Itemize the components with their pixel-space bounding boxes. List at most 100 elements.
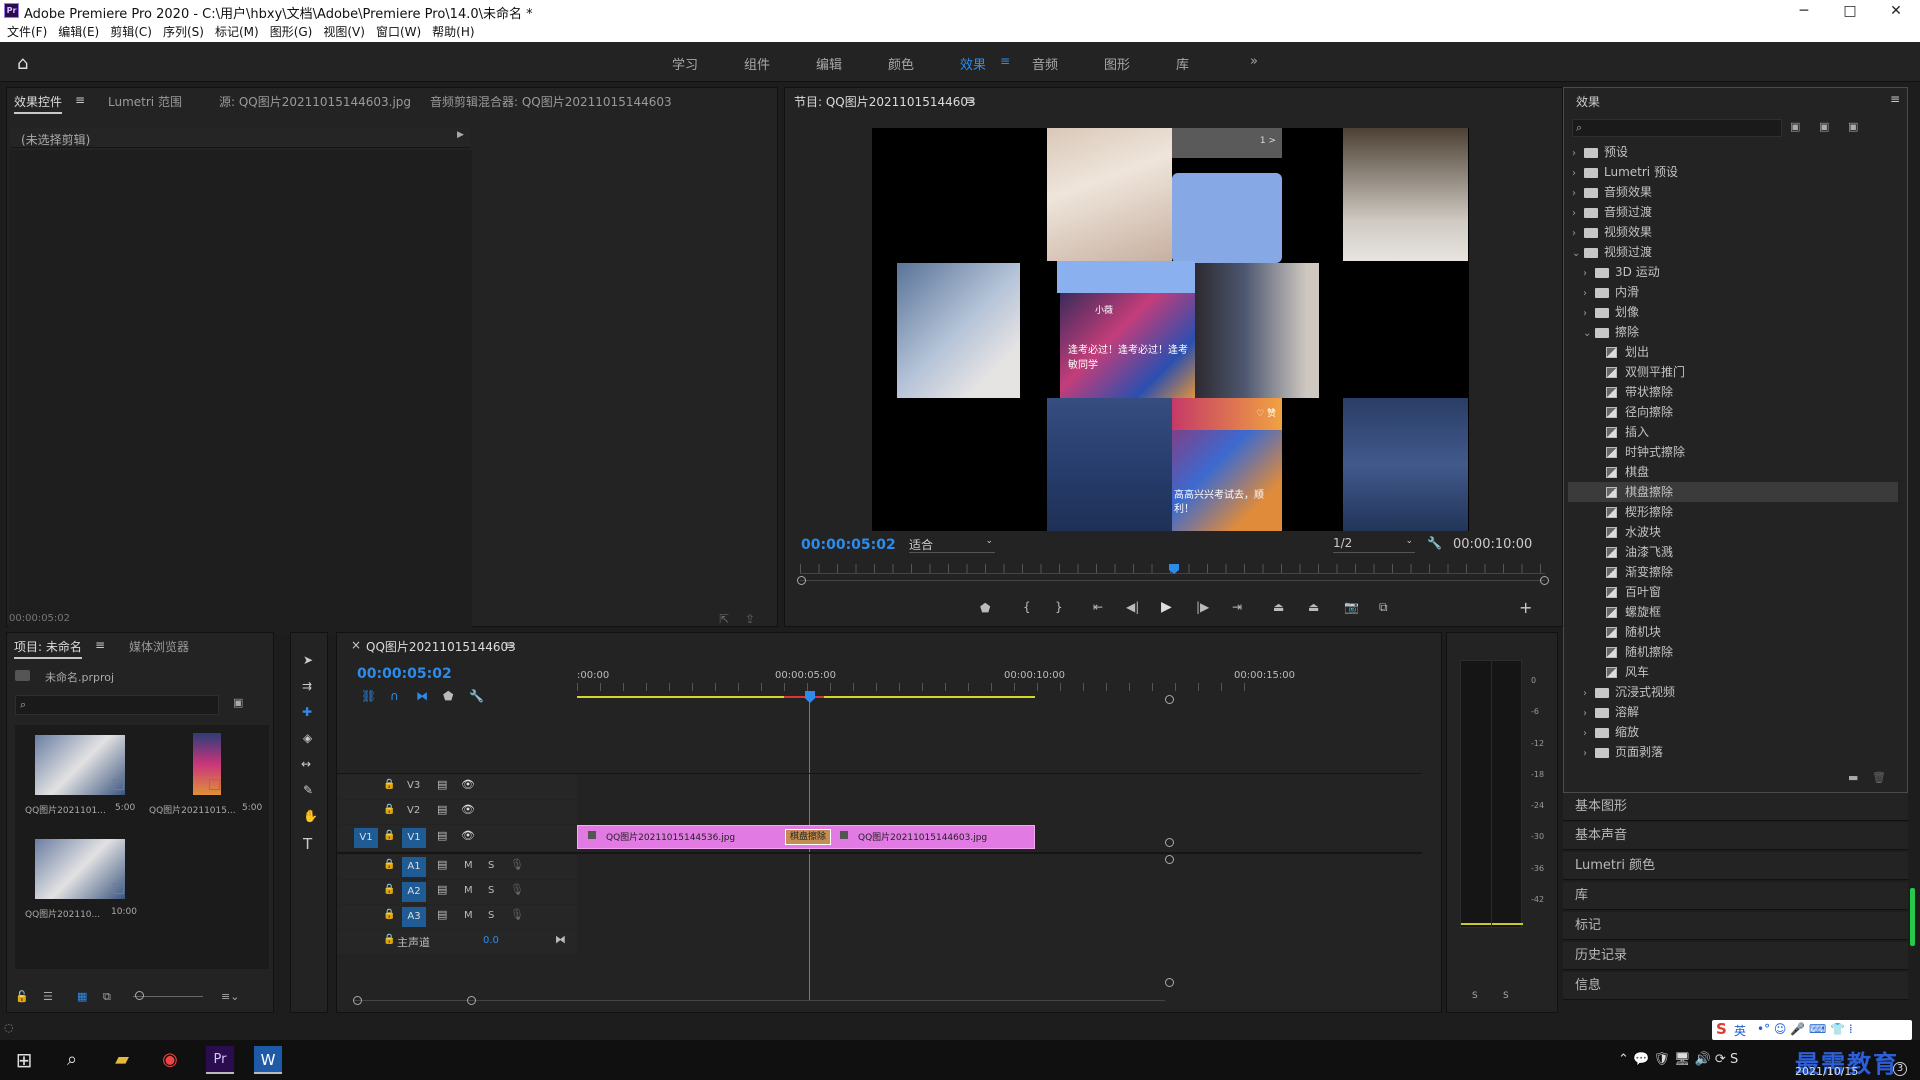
effects-item[interactable]: 带状擦除 <box>1568 382 1898 402</box>
effects-item[interactable]: 插入 <box>1568 422 1898 442</box>
sequence-menu-icon[interactable]: ≡ <box>504 638 514 652</box>
v-zoom-handle[interactable] <box>1165 695 1174 704</box>
list-view-icon[interactable]: ☰ <box>43 990 53 1003</box>
effects-item[interactable]: 径向擦除 <box>1568 402 1898 422</box>
lock-icon[interactable]: 🔓 <box>15 990 29 1003</box>
add-marker-icon[interactable]: ⬟ <box>443 689 453 703</box>
chevron-right-icon[interactable]: › <box>1572 224 1584 244</box>
chevron-down-icon[interactable]: ⌄ <box>1583 324 1595 344</box>
eye-icon[interactable]: 👁 <box>461 778 475 791</box>
sort-icon[interactable]: ≡⌄ <box>221 990 239 1003</box>
tab-source[interactable]: 源: QQ图片20211015144603.jpg <box>219 93 411 110</box>
eye-icon[interactable]: 👁 <box>461 803 475 816</box>
project-item[interactable]: QQ图片20211015... 5:00 <box>147 725 269 825</box>
chevron-right-icon[interactable]: › <box>1583 744 1595 764</box>
mic-icon[interactable]: 🎙 <box>510 883 524 896</box>
effects-search-input[interactable]: ⌕ <box>1572 119 1782 137</box>
chevron-right-icon[interactable]: › <box>1583 684 1595 704</box>
section-essential-sound[interactable]: 基本声音 <box>1563 822 1908 850</box>
word-taskbar-icon[interactable]: W <box>254 1046 282 1074</box>
accelerated-effects-icon[interactable]: ▣ <box>1790 120 1800 133</box>
workspace-color[interactable]: 颜色 <box>888 54 914 73</box>
project-search-input[interactable]: ⌕ <box>15 695 219 715</box>
track-header-a3[interactable]: 🔒 A3 ▤ M S 🎙 <box>337 905 577 929</box>
workspace-graphics[interactable]: 图形 <box>1104 54 1130 73</box>
workspace-libraries[interactable]: 库 <box>1176 54 1189 73</box>
ime-tools-icons[interactable]: •° ☺ 🎤 ⌨ 👕 ⁞ <box>1757 1022 1853 1036</box>
find-bin-icon[interactable]: ▣ <box>233 696 243 709</box>
chevron-right-icon[interactable]: › <box>1572 144 1584 164</box>
razor-tool-icon[interactable]: ◈ <box>303 731 312 745</box>
effects-folder[interactable]: › 沉浸式视频 <box>1568 682 1898 702</box>
program-timecode[interactable]: 00:00:05:02 <box>801 537 896 553</box>
chevron-right-icon[interactable]: › <box>1583 284 1595 304</box>
v-zoom-handle[interactable] <box>1165 978 1174 987</box>
track-header-a2[interactable]: 🔒 A2 ▤ M S 🎙 <box>337 880 577 904</box>
h-scroll-handle-right[interactable] <box>467 996 476 1005</box>
minimize-button[interactable]: ─ <box>1781 0 1827 22</box>
tab-project[interactable]: 项目: 未命名 <box>14 638 82 659</box>
mute-button[interactable]: M <box>464 910 473 921</box>
type-tool-icon[interactable]: T <box>303 835 312 853</box>
close-sequence-icon[interactable]: × <box>351 638 361 652</box>
transition-block[interactable]: 棋盘擦除 <box>785 829 831 845</box>
mute-button[interactable]: M <box>464 885 473 896</box>
extract-icon[interactable]: ⏏ <box>1308 600 1319 614</box>
effects-item[interactable]: 水波块 <box>1568 522 1898 542</box>
slip-tool-icon[interactable]: ↔ <box>301 757 311 771</box>
effects-item[interactable]: 百叶窗 <box>1568 582 1898 602</box>
export-frame-icon[interactable]: ⇱ <box>719 612 729 626</box>
section-info[interactable]: 信息 <box>1563 972 1908 1000</box>
step-back-icon[interactable]: ◀| <box>1126 600 1139 614</box>
effects-item[interactable]: 螺旋框 <box>1568 602 1898 622</box>
effects-folder[interactable]: › 内滑 <box>1568 282 1898 302</box>
tab-effect-controls-menu-icon[interactable]: ≡ <box>75 93 85 107</box>
add-marker-icon[interactable]: ⬟ <box>980 601 990 615</box>
effects-item[interactable]: 随机擦除 <box>1568 642 1898 662</box>
menu-graphics[interactable]: 图形(G) <box>270 22 313 42</box>
zoom-handle-left[interactable] <box>797 576 806 585</box>
project-item[interactable]: QQ图片2021101... 5:00 <box>21 725 143 825</box>
v-zoom-handle[interactable] <box>1165 855 1174 864</box>
nest-icon[interactable]: ⛓ <box>361 689 376 703</box>
solo-button[interactable]: S <box>488 910 494 921</box>
effects-folder[interactable]: › 溶解 <box>1568 702 1898 722</box>
project-menu-icon[interactable]: ≡ <box>95 638 105 652</box>
effects-item[interactable]: 时钟式擦除 <box>1568 442 1898 462</box>
step-forward-icon[interactable]: |▶ <box>1196 600 1209 614</box>
menu-view[interactable]: 视图(V) <box>323 22 365 42</box>
track-name[interactable]: A2 <box>402 882 426 902</box>
tab-media-browser[interactable]: 媒体浏览器 <box>129 638 189 655</box>
master-volume-value[interactable]: 0.0 <box>483 935 499 946</box>
timeline-ruler[interactable]: :00:00 00:00:05:00 00:00:10:00 00:00:15:… <box>577 663 1295 707</box>
section-essential-graphics[interactable]: 基本图形 <box>1563 793 1908 821</box>
mark-in-icon[interactable]: { <box>1023 600 1031 614</box>
chevron-right-icon[interactable]: › <box>1583 704 1595 724</box>
linked-selection-icon[interactable]: ⧓ <box>416 689 428 703</box>
section-history[interactable]: 历史记录 <box>1563 942 1908 970</box>
lock-icon[interactable]: 🔒 <box>383 830 395 841</box>
effects-item[interactable]: 楔形擦除 <box>1568 502 1898 522</box>
taskbar-date[interactable]: 2021/10/15 <box>1795 1065 1858 1078</box>
tab-sequence[interactable]: QQ图片20211015144603 <box>366 638 516 657</box>
timeline-playhead[interactable] <box>809 701 810 1000</box>
tab-program[interactable]: 节目: QQ图片20211015144603 <box>794 93 976 112</box>
track-output-icon[interactable]: ▤ <box>437 883 447 896</box>
program-menu-icon[interactable]: ≡ <box>965 93 975 107</box>
workspace-learn[interactable]: 学习 <box>672 54 698 73</box>
workspace-editing[interactable]: 编辑 <box>816 54 842 73</box>
effects-folder[interactable]: › Lumetri 预设 <box>1568 162 1898 182</box>
32bit-color-icon[interactable]: ▣ <box>1819 120 1829 133</box>
track-name[interactable]: A3 <box>402 907 426 927</box>
delete-icon[interactable]: 🗑 <box>1872 771 1886 784</box>
track-output-icon[interactable]: ▤ <box>437 858 447 871</box>
meter-solo-right[interactable]: S <box>1503 991 1509 1001</box>
lock-icon[interactable]: 🔒 <box>383 934 395 945</box>
solo-button[interactable]: S <box>488 860 494 871</box>
effects-folder[interactable]: ⌄ 擦除 <box>1568 322 1898 342</box>
effects-item[interactable]: 棋盘擦除 <box>1568 482 1898 502</box>
side-scrollbar[interactable] <box>1910 888 1915 946</box>
zoom-slider-handle[interactable] <box>135 991 144 1000</box>
section-libraries[interactable]: 库 <box>1563 882 1908 910</box>
resolution-dropdown[interactable]: 1/2 ⌄ <box>1333 536 1415 553</box>
